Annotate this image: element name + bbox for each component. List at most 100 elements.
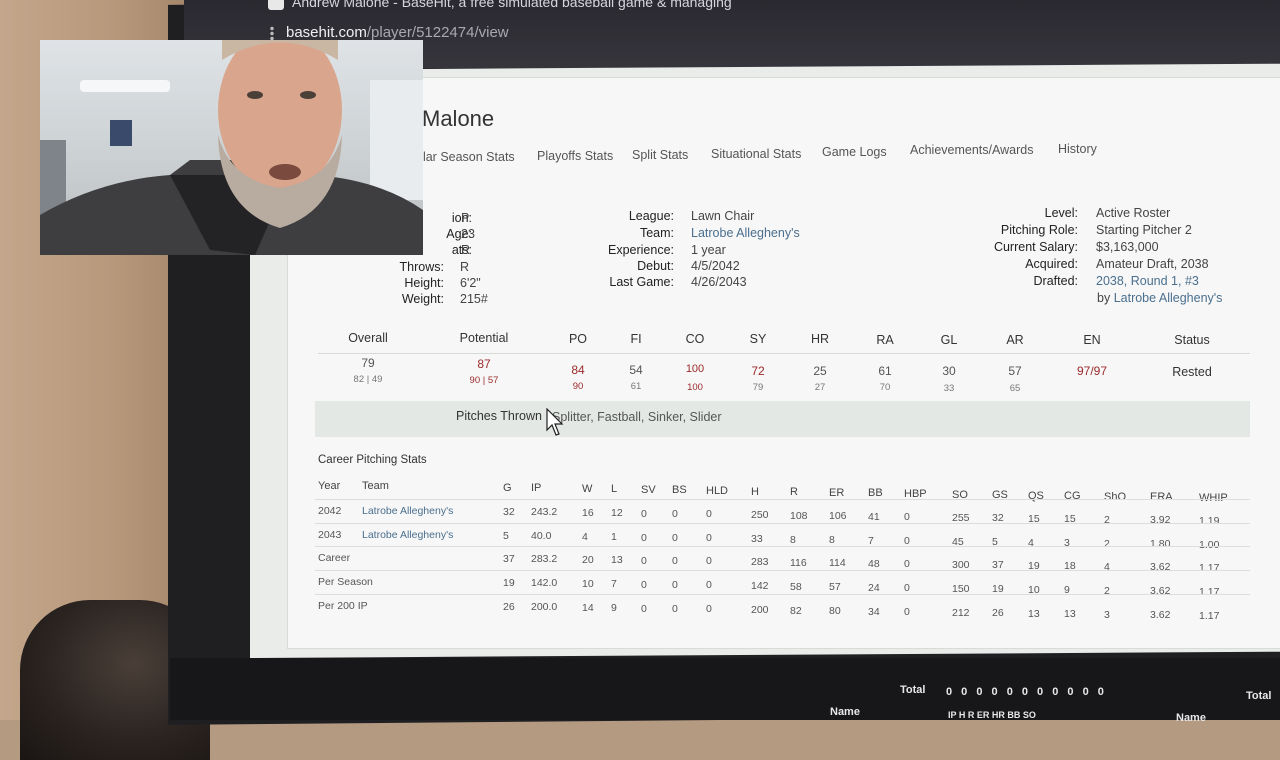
bio-drafted-by: by Latrobe Allegheny's xyxy=(1097,291,1222,305)
bottom-name-right: Name xyxy=(1176,712,1206,724)
bio-throws-value: R xyxy=(460,260,470,274)
rating-potential-value: 87 xyxy=(477,357,491,371)
career-col-qs[interactable]: QS xyxy=(1028,490,1044,502)
career-col-h[interactable]: H xyxy=(751,486,759,498)
rating-co-sub: 100 xyxy=(687,382,703,393)
career-cell: Career xyxy=(318,552,351,564)
career-pitching-title: Career Pitching Stats xyxy=(318,454,427,466)
career-cell: 0 xyxy=(904,558,910,570)
rating-header-gl: GL xyxy=(940,333,958,347)
rating-header-ar: AR xyxy=(1006,333,1024,347)
webcam-overlay xyxy=(40,40,423,255)
address-bar[interactable]: basehit.com/player/5122474/view xyxy=(270,24,509,41)
career-col-l[interactable]: L xyxy=(611,483,617,495)
career-cell: 0 xyxy=(672,508,678,520)
rating-potential-sub: 90 | 57 xyxy=(469,375,499,386)
career-col-era[interactable]: ERA xyxy=(1150,491,1173,503)
bio-throws-label: Throws: xyxy=(399,260,444,274)
career-team-link[interactable]: Latrobe Allegheny's xyxy=(362,505,453,517)
career-col-team[interactable]: Team xyxy=(362,480,389,492)
career-cell: 32 xyxy=(503,506,515,518)
tab-playoffs-stats[interactable]: Playoffs Stats xyxy=(537,149,613,163)
career-col-year[interactable]: Year xyxy=(318,480,340,492)
career-cell: 3.92 xyxy=(1150,514,1171,526)
career-cell: 8 xyxy=(790,534,796,546)
bottom-zeros: 0 0 0 0 0 0 0 0 0 0 0 xyxy=(946,686,1107,698)
person-silhouette xyxy=(40,40,423,255)
rating-header-en: EN xyxy=(1083,333,1101,347)
site-info-icon[interactable] xyxy=(270,25,274,40)
career-col-sv[interactable]: SV xyxy=(641,484,656,496)
bottom-columns-label: IP H R ER HR BB SO xyxy=(948,710,1036,720)
career-cell: 4 xyxy=(582,531,588,543)
career-cell: 2042 xyxy=(318,505,342,517)
tab-game-logs[interactable]: Game Logs xyxy=(822,145,887,159)
career-col-er[interactable]: ER xyxy=(829,487,844,499)
career-cell: 108 xyxy=(790,510,808,522)
career-cell: 0 xyxy=(672,555,678,567)
browser-tab-title: Andrew Malone - BaseHit, a free simulate… xyxy=(292,0,732,10)
career-cell: 200.0 xyxy=(531,601,558,613)
tab-regular-season-stats[interactable]: ular Season Stats xyxy=(416,150,515,164)
career-cell: 12 xyxy=(611,507,623,519)
rating-overall-sub: 82 | 49 xyxy=(353,374,383,385)
rating-gl-value: 30 xyxy=(942,364,956,378)
drafted-by-prefix: by xyxy=(1097,291,1111,305)
career-cell: 3.62 xyxy=(1150,561,1171,573)
career-col-ip[interactable]: IP xyxy=(531,482,541,494)
bio-weight-label: Weight: xyxy=(401,292,444,306)
career-col-bs[interactable]: BS xyxy=(672,484,687,496)
career-row-divider xyxy=(315,570,1250,571)
career-cell: 1.17 xyxy=(1199,610,1220,622)
bio-league-label: League: xyxy=(628,209,674,223)
bio-drafted-link[interactable]: 2038, Round 1, #3 xyxy=(1096,274,1199,288)
rating-ar-value: 57 xyxy=(1008,364,1022,378)
career-cell: 82 xyxy=(790,605,802,617)
career-col-cg[interactable]: CG xyxy=(1064,490,1081,502)
career-cell: 0 xyxy=(706,555,712,567)
career-col-sho[interactable]: ShO xyxy=(1104,491,1126,503)
bio-level-value: Active Roster xyxy=(1096,206,1171,220)
career-cell: 1.00 xyxy=(1199,539,1220,551)
browser-tab[interactable]: Andrew Malone - BaseHit, a free simulate… xyxy=(268,0,732,10)
rating-hr-sub: 27 xyxy=(814,382,826,393)
bio-salary-value: $3,163,000 xyxy=(1096,240,1159,254)
mouse-cursor-icon xyxy=(546,408,564,436)
career-col-bb[interactable]: BB xyxy=(868,487,883,499)
bio-height-value: 6'2" xyxy=(460,276,481,290)
career-cell: 57 xyxy=(829,581,841,593)
tab-achievements-awards[interactable]: Achievements/Awards xyxy=(910,143,1033,157)
career-cell: 4 xyxy=(1104,561,1110,573)
drafted-by-team-link[interactable]: Latrobe Allegheny's xyxy=(1114,291,1223,305)
career-cell: 3.62 xyxy=(1150,609,1171,621)
tab-history[interactable]: History xyxy=(1058,142,1097,156)
career-cell: 34 xyxy=(868,606,880,618)
career-cell: 114 xyxy=(829,557,846,569)
rating-header-hr: HR xyxy=(810,332,830,346)
career-cell: 13 xyxy=(1028,608,1040,620)
rating-sy-value: 72 xyxy=(751,364,765,378)
career-col-g[interactable]: G xyxy=(503,482,512,494)
career-cell: 48 xyxy=(868,558,880,570)
career-cell: 0 xyxy=(641,603,647,615)
career-cell: 2 xyxy=(1104,514,1110,526)
lower-screen-strip xyxy=(170,658,1280,720)
career-cell: 0 xyxy=(904,511,910,523)
career-col-whip[interactable]: WHIP xyxy=(1199,492,1228,504)
career-cell: 9 xyxy=(611,602,617,614)
rating-header-status: Status xyxy=(1174,333,1210,347)
bio-debut-value: 4/5/2042 xyxy=(691,259,740,273)
career-team-link[interactable]: Latrobe Allegheny's xyxy=(362,529,453,541)
tab-situational-stats[interactable]: Situational Stats xyxy=(711,147,801,161)
bio-team-link[interactable]: Latrobe Allegheny's xyxy=(691,226,800,240)
career-col-hld[interactable]: HLD xyxy=(706,485,728,497)
career-cell: 5 xyxy=(503,530,509,542)
career-cell: 106 xyxy=(829,510,847,522)
career-col-w[interactable]: W xyxy=(582,483,592,495)
tab-split-stats[interactable]: Split Stats xyxy=(632,148,688,162)
career-cell: 1.17 xyxy=(1199,562,1220,574)
career-col-r[interactable]: R xyxy=(790,486,798,498)
bio-pitching-role-label: Pitching Role: xyxy=(1000,223,1078,237)
career-cell: 41 xyxy=(868,511,880,523)
career-cell: 0 xyxy=(706,603,712,615)
